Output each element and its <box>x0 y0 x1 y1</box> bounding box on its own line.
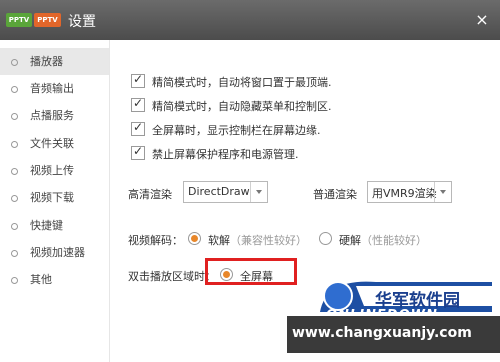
option-label: 全屏幕时，显示控制栏在屏幕边缘. <box>152 124 321 137</box>
soft-decode-label[interactable]: 软解（兼容性较好） <box>208 232 307 248</box>
double-click-label: 双击播放区域时： <box>128 270 216 283</box>
sidebar-item-label: 点播服务 <box>30 109 74 122</box>
watermark-url: www.changxuanjy.com <box>292 325 472 341</box>
checkbox-checked-icon[interactable] <box>131 144 145 160</box>
title-bar: PPTV PPTV 设置 × <box>0 0 500 40</box>
settings-sidebar: 播放器 音频输出 点播服务 文件关联 视频上传 视频下载 快捷键 视频加速器 其… <box>0 40 110 362</box>
hd-render-value: DirectDraw <box>188 185 250 198</box>
soft-decode-text: 软解 <box>208 234 230 247</box>
normal-render-value: 用VMR9渲染 <box>372 187 437 200</box>
soft-decode-radio[interactable] <box>188 232 201 245</box>
sidebar-item-label: 视频上传 <box>30 164 74 177</box>
sidebar-item-other[interactable]: 其他 <box>0 266 109 293</box>
sidebar-item-video-download[interactable]: 视频下载 <box>0 184 109 211</box>
hard-decode-note: （性能较好） <box>361 234 427 247</box>
close-button[interactable]: × <box>472 10 492 30</box>
sidebar-item-file-association[interactable]: 文件关联 <box>0 130 109 157</box>
sidebar-item-video-upload[interactable]: 视频上传 <box>0 157 109 184</box>
sidebar-item-label: 文件关联 <box>30 137 74 150</box>
sidebar-item-video-accelerator[interactable]: 视频加速器 <box>0 239 109 266</box>
red-highlight-box <box>205 258 297 285</box>
logo-text: PPTV <box>8 16 30 24</box>
window-title: 设置 <box>68 14 96 30</box>
hard-decode-radio[interactable] <box>319 232 332 245</box>
app-logo-icon: PPTV <box>6 13 32 27</box>
hd-render-label: 高清渲染 <box>128 188 172 201</box>
bullet-icon <box>11 277 18 284</box>
bullet-icon <box>11 250 18 257</box>
bullet-icon <box>11 168 18 175</box>
sidebar-item-label: 视频加速器 <box>30 246 85 259</box>
bullet-icon <box>11 59 18 66</box>
checkbox-checked-icon[interactable] <box>131 120 145 136</box>
chevron-down-icon[interactable] <box>250 182 267 202</box>
hard-decode-label[interactable]: 硬解（性能较好） <box>339 232 427 248</box>
sidebar-item-vod-service[interactable]: 点播服务 <box>0 102 109 129</box>
app-logo-secondary-icon: PPTV <box>34 13 61 27</box>
sidebar-item-label: 其他 <box>30 273 52 286</box>
bullet-icon <box>11 223 18 230</box>
sidebar-item-player[interactable]: 播放器 <box>0 48 109 75</box>
option-label: 精简模式时，自动隐藏菜单和控制区. <box>152 100 332 113</box>
bullet-icon <box>11 141 18 148</box>
logo-text-secondary: PPTV <box>37 16 58 24</box>
sidebar-item-label: 快捷键 <box>30 219 63 232</box>
normal-render-select[interactable]: 用VMR9渲染 <box>367 181 452 203</box>
soft-decode-note: （兼容性较好） <box>230 234 307 247</box>
normal-render-label: 普通渲染 <box>313 188 357 201</box>
hard-decode-text: 硬解 <box>339 234 361 247</box>
sidebar-item-hotkeys[interactable]: 快捷键 <box>0 212 109 239</box>
sidebar-item-audio-output[interactable]: 音频输出 <box>0 75 109 102</box>
chevron-down-icon[interactable] <box>434 182 451 202</box>
hd-render-select[interactable]: DirectDraw <box>183 181 268 203</box>
option-label: 精简模式时，自动将窗口置于最顶端. <box>152 76 332 89</box>
bullet-icon <box>11 113 18 120</box>
sidebar-item-label: 播放器 <box>30 55 63 68</box>
video-decode-label: 视频解码： <box>128 234 183 247</box>
option-label: 禁止屏幕保护程序和电源管理. <box>152 148 299 161</box>
sidebar-item-label: 音频输出 <box>30 82 74 95</box>
checkbox-checked-icon[interactable] <box>131 72 145 88</box>
bullet-icon <box>11 195 18 202</box>
sidebar-item-label: 视频下载 <box>30 191 74 204</box>
bullet-icon <box>11 86 18 93</box>
checkbox-checked-icon[interactable] <box>131 96 145 112</box>
